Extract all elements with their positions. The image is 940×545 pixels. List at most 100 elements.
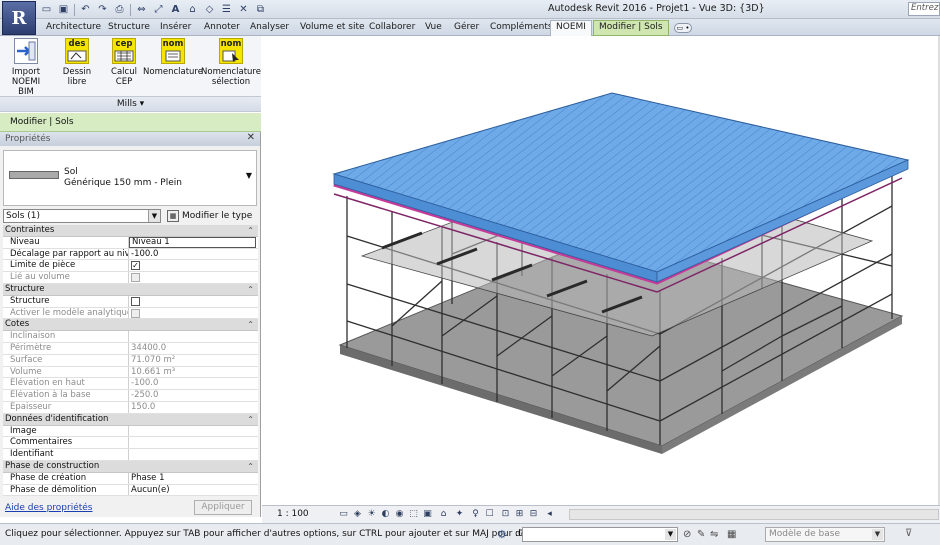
sun-path-icon[interactable]: ☀ bbox=[366, 509, 377, 520]
nom-icon: nom bbox=[161, 38, 185, 64]
constraints-icon[interactable]: ⊟ bbox=[528, 509, 539, 520]
design-options-icon[interactable]: ⇋ bbox=[710, 529, 718, 540]
chevron-down-icon[interactable]: ▼ bbox=[246, 171, 252, 180]
dessin-libre-button[interactable]: des Dessin libre bbox=[54, 38, 100, 87]
filter-icon[interactable]: ⊽ bbox=[905, 528, 912, 539]
checkbox[interactable]: ✓ bbox=[131, 261, 140, 271]
property-value[interactable]: -100.0 bbox=[129, 249, 258, 260]
redo-icon[interactable]: ↷ bbox=[96, 3, 109, 16]
checkbox bbox=[131, 308, 140, 318]
tab-inserer[interactable]: Insérer bbox=[160, 22, 191, 32]
horizontal-scrollbar[interactable] bbox=[569, 509, 939, 520]
view-scale[interactable]: 1 : 100 bbox=[277, 509, 309, 519]
tab-volume-et-site[interactable]: Volume et site bbox=[300, 22, 365, 32]
thin-lines-icon[interactable]: ☰ bbox=[220, 3, 233, 16]
tab-structure[interactable]: Structure bbox=[108, 22, 150, 32]
tab-collaborer[interactable]: Collaborer bbox=[369, 22, 415, 32]
property-value[interactable]: Phase 1 bbox=[129, 473, 258, 484]
property-value[interactable] bbox=[129, 437, 258, 448]
scaffold-3d-model[interactable] bbox=[262, 36, 940, 505]
property-value[interactable]: Aucun(e) bbox=[129, 485, 258, 496]
property-value[interactable]: ✓ bbox=[129, 260, 258, 271]
type-selector[interactable]: Sol Générique 150 mm - Plein ▼ bbox=[3, 150, 257, 206]
property-group-header[interactable]: Structure ⌃ bbox=[3, 283, 258, 296]
open-icon[interactable]: ▭ bbox=[40, 3, 53, 16]
tab-architecture[interactable]: Architecture bbox=[46, 22, 101, 32]
minimize-ribbon-button[interactable]: ▭ • bbox=[674, 23, 692, 33]
workset-dropdown[interactable]: ▼ bbox=[522, 527, 678, 542]
render-icon[interactable]: ◉ bbox=[394, 509, 405, 520]
separator bbox=[130, 3, 131, 16]
nomenclature-button[interactable]: nom Nomenclature bbox=[143, 38, 203, 77]
scroll-left-icon[interactable]: ◂ bbox=[544, 509, 555, 520]
analytical-model-icon[interactable]: ⊡ bbox=[500, 509, 511, 520]
temp-view-icon[interactable]: ☐ bbox=[484, 509, 495, 520]
nomenclature-selection-button[interactable]: nom Nomenclature sélection bbox=[201, 38, 261, 87]
properties-help-link[interactable]: Aide des propriétés bbox=[5, 503, 93, 513]
ribbon-panel-label[interactable]: Mills ▾ bbox=[0, 96, 261, 111]
close-view-icon[interactable]: ✕ bbox=[237, 3, 250, 16]
highlight-displacement-icon[interactable]: ⊞ bbox=[514, 509, 525, 520]
worksets-icon[interactable]: ⚙ bbox=[497, 528, 507, 541]
measure-icon[interactable]: ⇔ bbox=[135, 3, 148, 16]
instance-filter-dropdown[interactable]: Sols (1) ▼ bbox=[3, 209, 161, 223]
crop-view-icon[interactable]: ⬚ bbox=[408, 509, 419, 520]
property-value[interactable] bbox=[129, 296, 258, 307]
exclude-options-icon[interactable]: ✎ bbox=[697, 529, 705, 540]
property-value[interactable] bbox=[129, 449, 258, 460]
property-group-header[interactable]: Contraintes ⌃ bbox=[3, 225, 258, 237]
edit-type-button[interactable]: ▦ Modifier le type bbox=[167, 208, 252, 224]
home-icon[interactable]: ⌂ bbox=[186, 3, 199, 16]
property-row: Activer le modèle analytique bbox=[3, 307, 258, 320]
shadows-icon[interactable]: ◐ bbox=[380, 509, 391, 520]
chevron-down-icon[interactable]: ▼ bbox=[872, 529, 883, 540]
crop-region-icon[interactable]: ▣ bbox=[422, 509, 433, 520]
dimension-icon[interactable]: ⤢ bbox=[152, 3, 165, 16]
tab-vue[interactable]: Vue bbox=[425, 22, 442, 32]
print-icon[interactable]: ⎙ bbox=[113, 3, 126, 16]
property-value[interactable]: Niveau 1 bbox=[129, 236, 256, 248]
search-input[interactable]: Entrez bbox=[908, 2, 940, 16]
properties-header: Propriétés ✕ bbox=[0, 132, 260, 146]
instance-filter-row: Sols (1) ▼ ▦ Modifier le type bbox=[3, 208, 258, 224]
property-group-header[interactable]: Phase de construction ⌃ bbox=[3, 460, 258, 473]
close-icon[interactable]: ✕ bbox=[247, 132, 255, 143]
tab-annoter[interactable]: Annoter bbox=[204, 22, 240, 32]
property-group-label: Cotes bbox=[5, 319, 30, 330]
tab-modifier-sols[interactable]: Modifier | Sols bbox=[593, 20, 669, 36]
application-menu-button[interactable]: R bbox=[2, 1, 36, 35]
collapse-chevron-icon[interactable]: ⌃ bbox=[247, 414, 254, 425]
property-group-header[interactable]: Données d'identification ⌃ bbox=[3, 413, 258, 426]
calcul-cep-button[interactable]: cep Calcul CEP bbox=[102, 38, 146, 87]
collapse-chevron-icon[interactable]: ⌃ bbox=[247, 225, 254, 236]
collapse-chevron-icon[interactable]: ⌃ bbox=[247, 284, 254, 295]
detail-level-icon[interactable]: ▭ bbox=[338, 509, 349, 520]
hide-isolate-icon[interactable]: ✦ bbox=[454, 509, 465, 520]
tab-noemi[interactable]: NOEMI bbox=[550, 20, 592, 36]
select-links-icon[interactable]: ▦ bbox=[727, 529, 736, 540]
tab-analyser[interactable]: Analyser bbox=[250, 22, 289, 32]
apply-button[interactable]: Appliquer bbox=[194, 500, 252, 515]
editable-only-icon[interactable]: ⊘ bbox=[683, 529, 691, 540]
switch-windows-icon[interactable]: ⧉ bbox=[254, 3, 267, 16]
design-option-dropdown[interactable]: Modèle de base ▼ bbox=[765, 527, 885, 542]
import-noemi-bim-button[interactable]: Import NOEMI BIM bbox=[8, 38, 44, 97]
property-group-header[interactable]: Cotes ⌃ bbox=[3, 319, 258, 332]
property-row: Epaisseur 150.0 bbox=[3, 401, 258, 414]
chevron-down-icon[interactable]: ▼ bbox=[665, 529, 676, 540]
collapse-chevron-icon[interactable]: ⌃ bbox=[247, 319, 254, 330]
reveal-hidden-icon[interactable]: ♀ bbox=[470, 509, 481, 520]
tab-complements[interactable]: Compléments bbox=[490, 22, 553, 32]
visual-style-icon[interactable]: ◈ bbox=[352, 509, 363, 520]
checkbox[interactable] bbox=[131, 296, 140, 306]
lock-view-icon[interactable]: ⌂ bbox=[438, 509, 449, 520]
undo-icon[interactable]: ↶ bbox=[79, 3, 92, 16]
view-icon[interactable]: ◇ bbox=[203, 3, 216, 16]
text-A-icon[interactable]: A bbox=[169, 3, 182, 16]
tab-gerer[interactable]: Gérer bbox=[454, 22, 479, 32]
save-icon[interactable]: ▣ bbox=[57, 3, 70, 16]
chevron-down-icon[interactable]: ▼ bbox=[148, 210, 160, 222]
property-value[interactable] bbox=[129, 426, 258, 437]
3d-view-canvas[interactable] bbox=[262, 36, 940, 505]
collapse-chevron-icon[interactable]: ⌃ bbox=[247, 461, 254, 472]
